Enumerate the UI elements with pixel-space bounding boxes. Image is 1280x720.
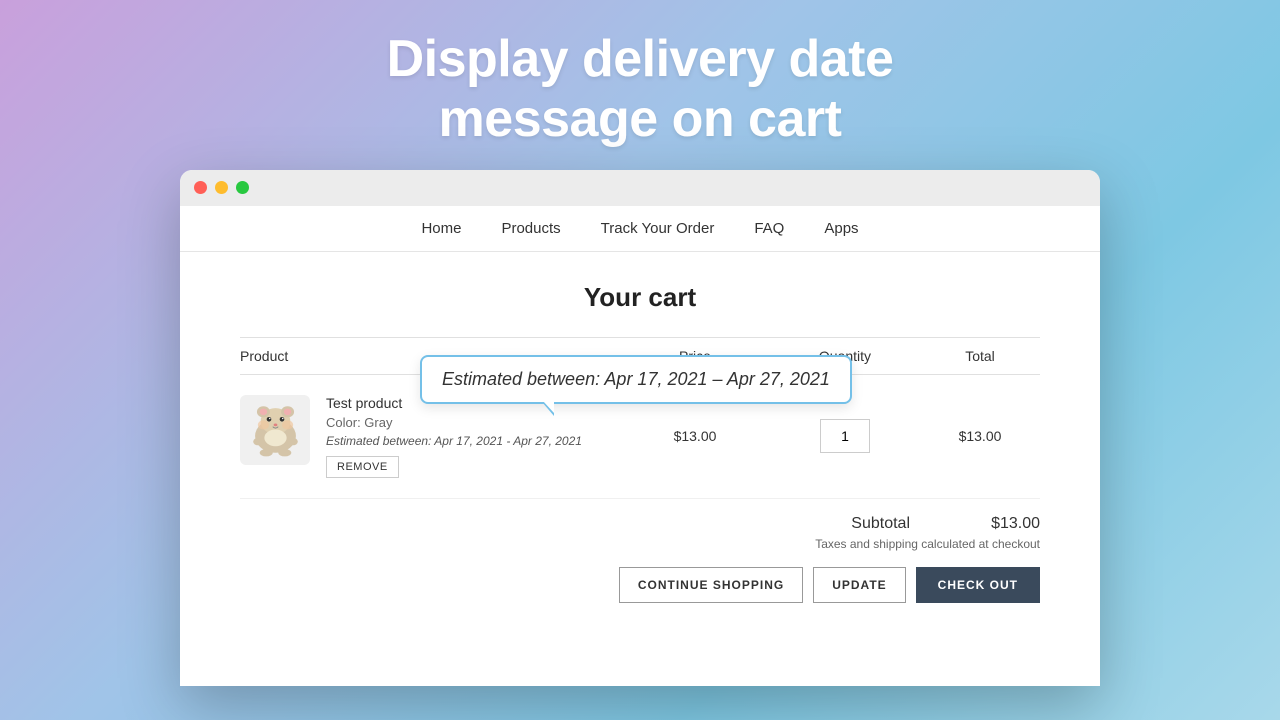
col-header-total: Total [920,348,1040,364]
checkout-button[interactable]: CHECK OUT [916,567,1040,603]
subtotal-amount: $13.00 [970,515,1040,533]
subtotal-label: Subtotal [851,515,910,533]
item-total: $13.00 [920,428,1040,444]
browser-chrome [180,170,1100,206]
cart-content: Your cart Product Price Quantity Total E… [180,252,1100,633]
continue-shopping-button[interactable]: CONTINUE SHOPPING [619,567,803,603]
product-delivery: Estimated between: Apr 17, 2021 - Apr 27… [326,434,620,448]
action-buttons: CONTINUE SHOPPING UPDATE CHECK OUT [619,567,1040,603]
nav-track-order[interactable]: Track Your Order [601,220,715,237]
browser-body: Home Products Track Your Order FAQ Apps … [180,206,1100,686]
nav-products[interactable]: Products [501,220,560,237]
close-dot [194,181,207,194]
cart-title: Your cart [240,282,1040,313]
quantity-input[interactable] [820,419,870,453]
maximize-dot [236,181,249,194]
quantity-cell [770,419,920,453]
product-info: Test product Color: Gray Estimated betwe… [240,395,620,478]
table-row: Estimated between: Apr 17, 2021 – Apr 27… [240,375,1040,499]
product-details: Test product Color: Gray Estimated betwe… [326,395,620,478]
subtotal-section: Subtotal $13.00 Taxes and shipping calcu… [240,515,1040,603]
product-color: Color: Gray [326,415,620,430]
update-button[interactable]: UPDATE [813,567,905,603]
nav-bar: Home Products Track Your Order FAQ Apps [180,206,1100,252]
taxes-note: Taxes and shipping calculated at checkou… [815,537,1040,551]
product-image [240,395,310,465]
item-price: $13.00 [620,428,770,444]
nav-faq[interactable]: FAQ [754,220,784,237]
delivery-tooltip: Estimated between: Apr 17, 2021 – Apr 27… [420,355,852,404]
browser-window: Home Products Track Your Order FAQ Apps … [180,170,1100,686]
nav-apps[interactable]: Apps [824,220,858,237]
remove-button[interactable]: REMOVE [326,456,399,478]
nav-home[interactable]: Home [421,220,461,237]
hero-title: Display delivery date message on cart [387,30,894,150]
minimize-dot [215,181,228,194]
subtotal-row: Subtotal $13.00 [851,515,1040,533]
